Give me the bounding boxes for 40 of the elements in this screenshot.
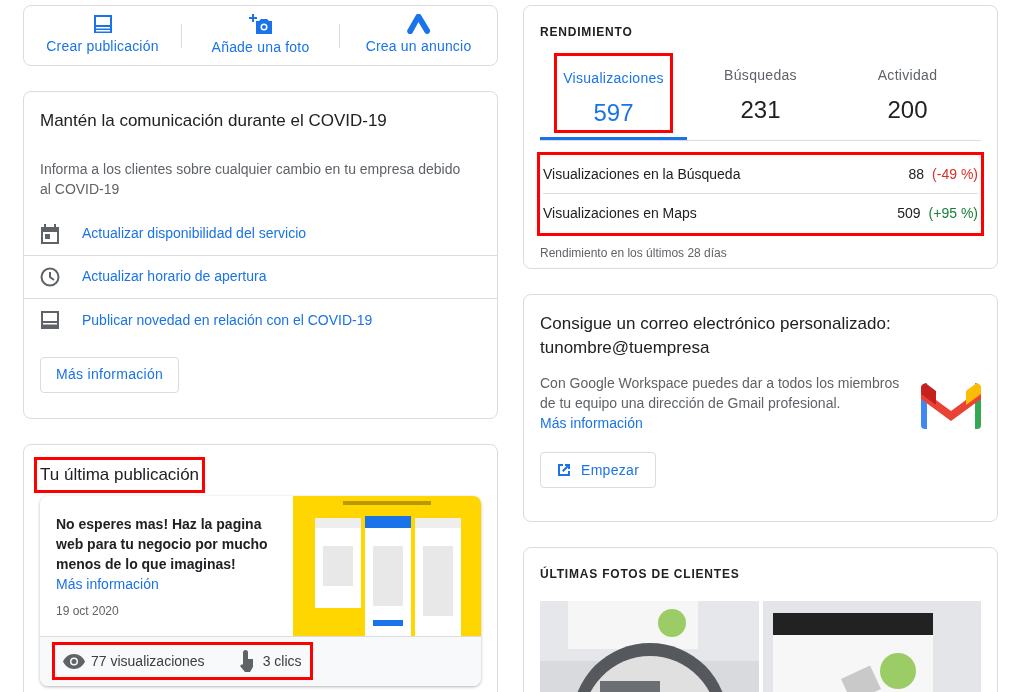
metric-tab[interactable]: Actividad 200 xyxy=(834,53,981,140)
post-icon xyxy=(41,311,59,329)
metric-tab[interactable]: Búsquedas 231 xyxy=(687,53,834,140)
card-description: Con Google Workspace puedes dar a todos los miembros de tu equipo una dirección de Gmail profesional. Más información xyxy=(540,374,901,433)
card-title: Tu última publicación xyxy=(37,460,203,490)
card-title: Consigue un correo electrónico personalizado: tunombre@tuempresa xyxy=(540,313,892,359)
card-title: Mantén la comunicación durante el COVID-19 xyxy=(39,110,388,132)
clock-icon xyxy=(40,266,60,287)
start-button[interactable]: Empezar xyxy=(540,452,657,488)
section-heading: ÚLTIMAS FOTOS DE CLIENTES xyxy=(540,565,741,583)
click-count: 3 clics xyxy=(262,651,302,671)
action-button[interactable]: Crear publicación xyxy=(24,14,181,57)
calendar-icon xyxy=(41,223,59,244)
post-text: No esperes mas! Haz la pagina web para tu negocio por mucho menos de lo que imaginas! xyxy=(56,514,269,574)
action-link[interactable]: Actualizar horario de apertura xyxy=(82,266,267,287)
metric-value: 88 xyxy=(908,164,925,184)
post-date: 19 oct 2020 xyxy=(56,602,120,620)
action-link[interactable]: Actualizar disponibilidad del servicio xyxy=(82,223,307,244)
post-icon xyxy=(92,14,113,34)
mail-logo-icon xyxy=(921,383,981,429)
metric-change: (-49 %) xyxy=(932,164,978,184)
action-link[interactable]: Publicar novedad en relación con el COVID-19 xyxy=(82,309,373,331)
footnote: Rendimiento en los últimos 28 días xyxy=(540,245,728,262)
more-info-link[interactable]: Más información xyxy=(56,573,277,594)
metric-change: (+95 %) xyxy=(928,204,978,223)
ads-icon xyxy=(406,14,431,34)
more-info-button[interactable]: Más información xyxy=(40,356,180,393)
more-info-link[interactable]: Más información xyxy=(540,415,643,431)
view-count: 77 visualizaciones xyxy=(91,651,205,671)
metric-label: Visualizaciones en la Búsqueda xyxy=(543,164,742,184)
touch-icon xyxy=(238,650,255,672)
section-heading: RENDIMIENTO xyxy=(540,24,634,41)
metric-label: Visualizaciones en Maps xyxy=(543,204,698,223)
add-photo-icon xyxy=(248,13,273,35)
card-description: Informa a los clientes sobre cualquier cambio en tu empresa debido al COVID-19 xyxy=(39,159,462,199)
action-button[interactable]: Crea un anuncio xyxy=(340,14,497,57)
external-link-icon xyxy=(557,463,571,477)
eye-icon xyxy=(63,653,85,669)
metric-value: 509 xyxy=(897,204,921,223)
action-button[interactable]: Añade una foto xyxy=(182,13,339,58)
